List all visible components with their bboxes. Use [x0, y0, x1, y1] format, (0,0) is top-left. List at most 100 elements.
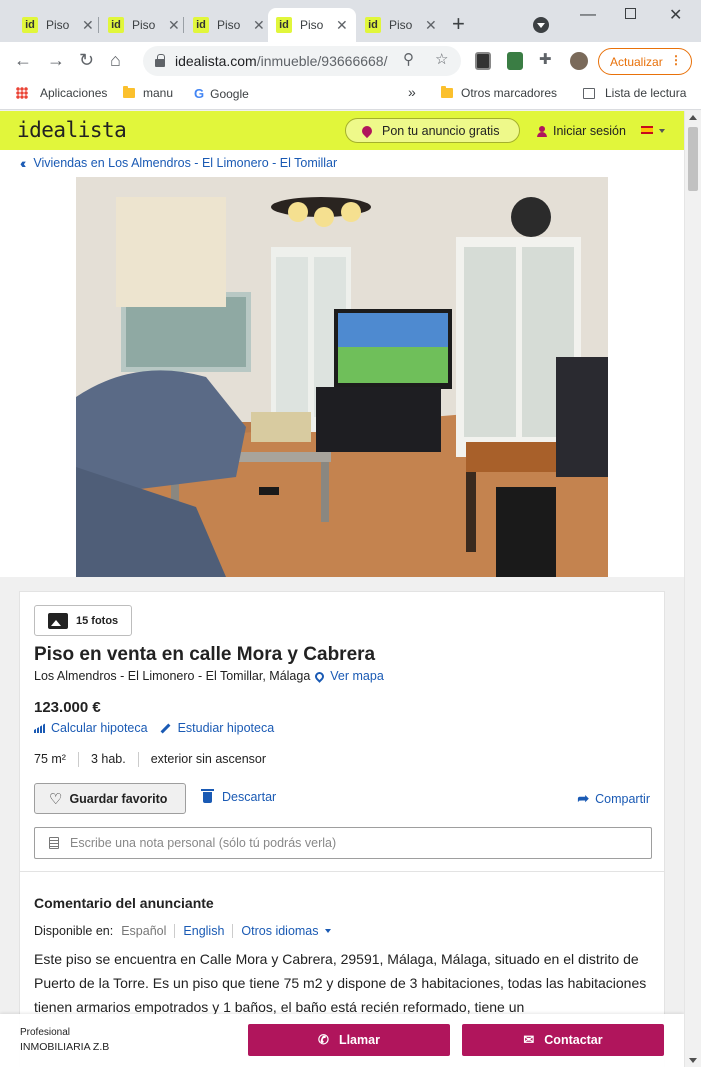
feature-rooms: 3 hab. [91, 752, 139, 767]
mortgage-links: Calcular hipoteca Estudiar hipoteca [34, 721, 286, 735]
idealista-favicon-icon: id [276, 17, 292, 33]
listing-features: 75 m² 3 hab. exterior sin ascensor [34, 752, 290, 767]
breadcrumb-label: Viviendas en Los Almendros - El Limonero… [33, 156, 338, 170]
feature-area: 75 m² [34, 752, 79, 767]
close-tab-icon[interactable]: ✕ [82, 17, 94, 34]
login-link[interactable]: Iniciar sesión [537, 124, 626, 138]
idealista-favicon-icon: id [108, 17, 124, 33]
browser-tab[interactable]: id Piso ✕ [357, 8, 445, 42]
tab-search-icon[interactable] [533, 17, 549, 33]
close-tab-icon[interactable]: ✕ [168, 17, 180, 34]
tab-separator [98, 17, 99, 33]
minimize-icon[interactable]: — [580, 6, 596, 24]
personal-note-input[interactable]: Escribe una nota personal (sólo tú podrá… [34, 827, 652, 859]
close-tab-icon[interactable]: ✕ [425, 17, 437, 34]
note-icon [49, 837, 59, 849]
avatar[interactable] [570, 52, 588, 70]
reload-icon[interactable]: ↻ [79, 50, 94, 70]
forward-arrow-icon[interactable]: → [47, 50, 65, 70]
main-photo[interactable] [76, 177, 608, 577]
close-tab-icon[interactable]: ✕ [336, 17, 348, 34]
browser-toolbar: ← → ↻ ⌂ idealista.com /inmueble/93666668… [0, 42, 701, 80]
phone-icon: ✆ [318, 1032, 329, 1047]
save-favorite-label: Guardar favorito [69, 791, 168, 806]
save-favorite-button[interactable]: ♡ Guardar favorito [34, 783, 186, 814]
google-icon: G [194, 86, 205, 101]
share-arrow-icon: ➦ [577, 790, 590, 806]
tab-title: Piso [300, 18, 324, 32]
other-languages-dropdown[interactable]: Otros idiomas [241, 924, 331, 938]
browser-tab[interactable]: id Piso ✕ [100, 8, 188, 42]
update-label: Actualizar [610, 54, 663, 69]
browser-tab-strip: id Piso ✕ id Piso ✕ id Piso ✕ id Piso ✕ … [0, 0, 701, 42]
contact-button[interactable]: ✉ Contactar [462, 1024, 664, 1056]
call-label: Llamar [338, 1033, 380, 1047]
site-header: idealista Pon tu anuncio gratis Iniciar … [0, 111, 684, 150]
living-room-photo [76, 177, 608, 577]
pin-icon [359, 123, 375, 138]
bookmark-google[interactable]: G Google [194, 86, 249, 101]
lock-icon[interactable] [155, 54, 165, 67]
bookmark-label: Otros marcadores [461, 86, 558, 100]
apps-grid-icon [16, 87, 28, 99]
map-pin-icon [313, 669, 327, 683]
feature-exterior: exterior sin ascensor [150, 752, 267, 766]
bookmarks-overflow-chevron[interactable]: » [408, 84, 416, 100]
close-window-icon[interactable]: ✕ [669, 5, 682, 25]
close-tab-icon[interactable]: ✕ [253, 17, 265, 34]
browser-tab[interactable]: id Piso ✕ [14, 8, 102, 42]
agency-name: INMOBILIARIA Z.B [20, 1041, 110, 1053]
discard-button[interactable]: Descartar [201, 788, 276, 804]
view-map-link[interactable]: Ver mapa [313, 669, 384, 683]
idealista-logo[interactable]: idealista [17, 118, 127, 142]
post-ad-label: Pon tu anuncio gratis [382, 123, 500, 138]
update-button[interactable]: Actualizar ⋮ [598, 48, 692, 75]
bookmark-folder-manu[interactable]: manu [123, 86, 173, 100]
contact-bar: Profesional INMOBILIARIA Z.B ✆ Llamar ✉ … [0, 1014, 684, 1067]
call-button[interactable]: ✆ Llamar [248, 1024, 450, 1056]
puzzle-extensions-icon[interactable]: ✚ [539, 50, 552, 68]
reading-list-icon [583, 87, 595, 99]
share-button[interactable]: ➦ Compartir [577, 790, 650, 807]
view-map-label: Ver mapa [330, 669, 384, 683]
search-icon[interactable]: ⚲ [403, 50, 414, 68]
scroll-down-icon[interactable] [689, 1058, 697, 1063]
bookmark-apps[interactable]: Aplicaciones [16, 86, 107, 100]
listing-card: 15 fotos Piso en venta en calle Mora y C… [19, 591, 665, 1067]
breadcrumb[interactable]: ‹‹ Viviendas en Los Almendros - El Limon… [20, 155, 337, 171]
chevron-down-icon [324, 929, 331, 933]
reading-list[interactable]: Lista de lectura [583, 86, 686, 100]
bookmark-label: Aplicaciones [40, 86, 108, 100]
language-english-link[interactable]: English [183, 924, 234, 938]
maximize-icon[interactable] [625, 8, 636, 19]
bookmark-star-icon[interactable]: ☆ [435, 50, 448, 68]
browser-tab-active[interactable]: id Piso ✕ [268, 8, 356, 42]
more-vert-icon: ⋮ [670, 53, 682, 67]
idealista-favicon-icon: id [193, 17, 209, 33]
share-label: Compartir [595, 791, 650, 806]
scroll-up-icon[interactable] [689, 115, 697, 120]
spain-flag-icon[interactable] [641, 126, 653, 134]
section-divider [20, 871, 664, 872]
extension-icon[interactable] [507, 52, 523, 70]
tab-separator [183, 17, 184, 33]
trash-icon [201, 788, 214, 803]
extension-icon[interactable] [475, 52, 491, 70]
chevron-down-icon[interactable] [659, 129, 665, 133]
photos-count-button[interactable]: 15 fotos [34, 605, 132, 636]
post-ad-button[interactable]: Pon tu anuncio gratis [345, 118, 520, 143]
tab-title: Piso [132, 18, 156, 32]
page-scrollbar[interactable] [684, 111, 701, 1067]
study-mortgage-link[interactable]: Estudiar hipoteca [160, 721, 274, 735]
scrollbar-thumb[interactable] [688, 127, 698, 191]
browser-tab[interactable]: id Piso ✕ [185, 8, 273, 42]
chat-bubble-icon: ✉ [523, 1032, 535, 1047]
bookmark-label: manu [143, 86, 174, 100]
home-icon[interactable]: ⌂ [110, 50, 121, 70]
back-arrow-icon[interactable]: ← [14, 50, 32, 70]
new-tab-icon[interactable]: + [452, 13, 465, 35]
bookmark-folder-other[interactable]: Otros marcadores [441, 86, 557, 100]
url-host: idealista.com [175, 53, 257, 69]
bookmark-label: Lista de lectura [605, 86, 687, 100]
calculate-mortgage-link[interactable]: Calcular hipoteca [34, 721, 148, 735]
